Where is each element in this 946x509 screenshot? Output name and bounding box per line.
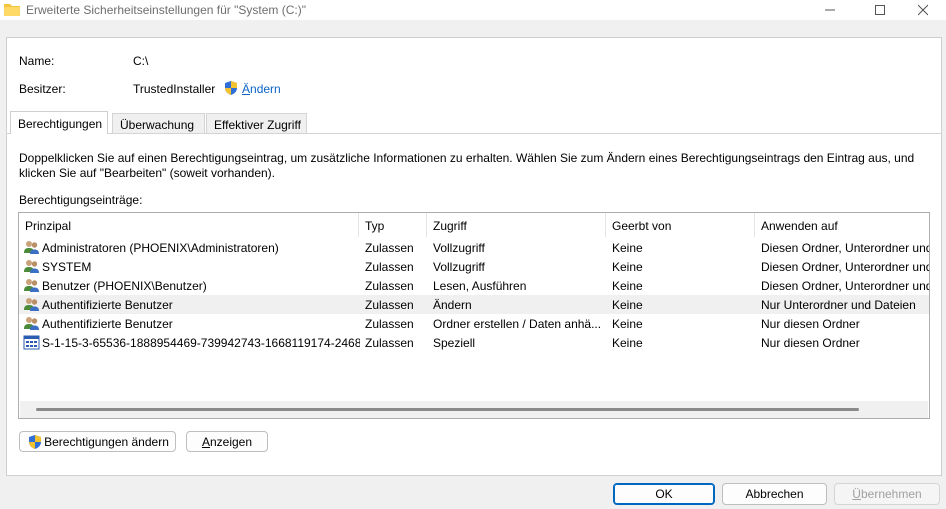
cell-type: Zulassen: [365, 336, 414, 350]
table-row[interactable]: Authentifizierte Benutzer Zulassen Ordner …: [19, 314, 929, 333]
cell-type: Zulassen: [365, 298, 414, 312]
tab-divider: [7, 133, 941, 134]
app-package-icon: [23, 335, 40, 350]
entries-label: Berechtigungseinträge:: [19, 193, 143, 207]
folder-icon: [4, 4, 20, 16]
users-icon: [24, 241, 39, 254]
cell-access: Vollzugriff: [433, 241, 485, 255]
name-label: Name:: [19, 54, 55, 68]
window-title: Erweiterte Sicherheitseinstellungen für …: [26, 3, 306, 17]
cell-apply: Nur Unterordner und Dateien: [761, 298, 916, 312]
show-label: nzeigen: [209, 435, 253, 449]
list-header: Prinzipal Typ Zugriff Geerbt von Anwende…: [19, 213, 929, 237]
cell-type: Zulassen: [365, 241, 414, 255]
change-owner-link[interactable]: Ändern: [242, 82, 281, 96]
cell-principal: Benutzer (PHOENIX\Benutzer): [42, 279, 207, 293]
show-button[interactable]: Anzeigen: [186, 431, 268, 452]
users-icon: [24, 317, 39, 330]
cell-inherited: Keine: [612, 336, 643, 350]
cell-access: Speziell: [433, 336, 476, 350]
apply-accel: Ü: [852, 487, 861, 501]
scrollbar-thumb[interactable]: [36, 408, 859, 411]
description-text: Doppelklicken Sie auf einen Berechtigung…: [19, 151, 915, 180]
table-row[interactable]: SYSTEM Zulassen Vollzugriff Keine Diesen Ord…: [19, 257, 929, 276]
maximize-button[interactable]: [857, 0, 903, 20]
cell-apply: Nur diesen Ordner: [761, 336, 860, 350]
cell-apply: Diesen Ordner, Unterordner und: [761, 279, 929, 293]
close-icon: [918, 4, 928, 16]
table-row[interactable]: Administratoren (PHOENIX\Administratoren…: [19, 238, 929, 257]
apply-button[interactable]: Übernehmen: [834, 483, 940, 505]
close-button[interactable]: [900, 0, 946, 20]
cell-inherited: Keine: [612, 241, 643, 255]
owner-value: TrustedInstaller: [133, 82, 216, 96]
uac-shield-icon: [225, 81, 237, 95]
cell-inherited: Keine: [612, 279, 643, 293]
main-panel: Name: C:\ Besitzer: TrustedInstaller Änd…: [6, 37, 942, 476]
cancel-button[interactable]: Abbrechen: [722, 483, 827, 505]
cell-principal: Authentifizierte Benutzer: [42, 298, 173, 312]
change-link-text: ndern: [250, 82, 281, 96]
cell-principal: SYSTEM: [42, 260, 92, 274]
uac-shield-icon: [29, 435, 41, 449]
table-row[interactable]: S-1-15-3-65536-1888954469-739942743-1668…: [19, 333, 929, 352]
cell-principal: S-1-15-3-65536-1888954469-739942743-1668…: [42, 336, 360, 350]
cell-access: Ordner erstellen / Daten anhä...: [433, 317, 602, 331]
cell-inherited: Keine: [612, 260, 643, 274]
change-link-accel: Ä: [242, 82, 251, 96]
owner-label: Besitzer:: [19, 82, 66, 96]
minimize-icon: [825, 9, 835, 11]
column-apply-to[interactable]: Anwenden auf: [755, 213, 929, 237]
ok-button[interactable]: OK: [613, 483, 715, 505]
change-permissions-label: Berechtigungen ändern: [44, 435, 169, 449]
column-principal[interactable]: Prinzipal: [19, 213, 359, 237]
tab-auditing[interactable]: Überwachung: [112, 113, 205, 134]
cell-access: Lesen, Ausführen: [433, 279, 527, 293]
cell-principal: Administratoren (PHOENIX\Administratoren…: [42, 241, 279, 255]
column-access[interactable]: Zugriff: [427, 213, 606, 237]
cell-apply: Diesen Ordner, Unterordner und: [761, 241, 929, 255]
maximize-icon: [875, 5, 885, 15]
cell-inherited: Keine: [612, 298, 643, 312]
table-row[interactable]: Benutzer (PHOENIX\Benutzer) Zulassen Lesen…: [19, 276, 929, 295]
permission-entries-list[interactable]: Prinzipal Typ Zugriff Geerbt von Anwende…: [18, 212, 930, 419]
show-accel: A: [201, 435, 210, 449]
name-value: C:\: [133, 54, 149, 68]
cell-principal: Authentifizierte Benutzer: [42, 317, 173, 331]
title-bar: Erweiterte Sicherheitseinstellungen für …: [0, 0, 946, 20]
cell-inherited: Keine: [612, 317, 643, 331]
users-icon: [24, 260, 39, 273]
tab-strip: Berechtigungen Überwachung Effektiver Zu…: [8, 111, 940, 134]
cell-access: Ändern: [433, 298, 472, 312]
users-icon: [24, 279, 39, 292]
tab-permissions[interactable]: Berechtigungen: [10, 111, 108, 134]
cell-access: Vollzugriff: [433, 260, 485, 274]
horizontal-scrollbar[interactable]: [20, 401, 928, 418]
minimize-button[interactable]: [807, 0, 853, 20]
table-row[interactable]: Authentifizierte Benutzer Zulassen Ändern K…: [19, 295, 929, 314]
column-inherited[interactable]: Geerbt von: [606, 213, 755, 237]
cell-apply: Diesen Ordner, Unterordner und: [761, 260, 929, 274]
change-permissions-button[interactable]: Berechtigungen ändern: [19, 431, 176, 452]
column-type[interactable]: Typ: [359, 213, 427, 237]
cell-apply: Nur diesen Ordner: [761, 317, 860, 331]
cell-type: Zulassen: [365, 279, 414, 293]
tab-effective-access[interactable]: Effektiver Zugriff: [206, 113, 307, 134]
cell-type: Zulassen: [365, 317, 414, 331]
apply-label: bernehmen: [860, 487, 922, 501]
cell-type: Zulassen: [365, 260, 414, 274]
users-icon: [24, 298, 39, 311]
